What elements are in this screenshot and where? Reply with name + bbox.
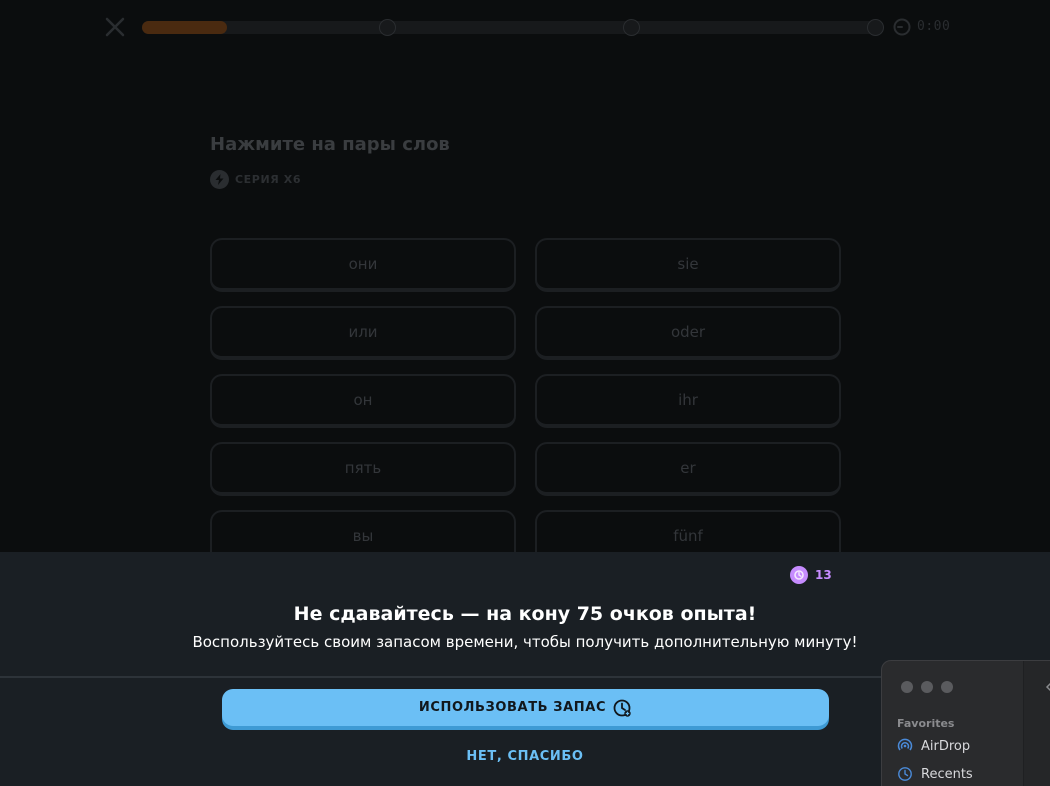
sidebar-item-label: AirDrop: [921, 738, 971, 754]
word-tile[interactable]: ihr: [535, 374, 841, 428]
window-minimize-control[interactable]: [921, 681, 933, 693]
sidebar-item-recents[interactable]: Recents: [897, 766, 973, 782]
gem-counter: 13: [790, 566, 832, 584]
streak-label: СЕРИЯ X6: [235, 172, 302, 186]
lesson-header: 0:00: [0, 0, 1050, 56]
timer-icon: [893, 18, 911, 36]
window-zoom-control[interactable]: [941, 681, 953, 693]
finder-window: Favorites AirDrop Recents: [881, 660, 1050, 786]
word-tile[interactable]: они: [210, 238, 516, 292]
lesson-progress-fill: [142, 21, 228, 34]
word-tile[interactable]: oder: [535, 306, 841, 360]
progress-checkpoint: [867, 19, 884, 36]
sidebar-item-airdrop[interactable]: AirDrop: [897, 738, 970, 754]
sheet-subtitle: Воспользуйтесь своим запасом времени, чт…: [192, 633, 858, 651]
streak-badge: СЕРИЯ X6: [210, 169, 301, 189]
lightning-icon: [210, 169, 229, 189]
window-close-control[interactable]: [901, 681, 913, 693]
chevron-left-icon[interactable]: [1044, 682, 1050, 692]
word-tile[interactable]: sie: [535, 238, 841, 292]
sheet-title: Не сдавайтесь — на кону 75 очков опыта!: [293, 603, 757, 625]
clock-icon: [898, 767, 912, 781]
time-bank-icon: [613, 699, 631, 717]
airdrop-icon: [897, 738, 913, 751]
progress-checkpoint: [623, 19, 640, 36]
word-tile[interactable]: он: [210, 374, 516, 428]
use-time-bank-label: ИСПОЛЬЗОВАТЬ ЗАПАС: [418, 700, 607, 715]
lesson-progress-bar: [142, 19, 884, 36]
exercise-title: Нажмите на пары слов: [210, 134, 450, 155]
sidebar-item-label: Recents: [921, 766, 973, 782]
close-icon[interactable]: [104, 16, 126, 38]
favorites-header: Favorites: [897, 717, 955, 730]
timer-text: 0:00: [917, 19, 951, 34]
finder-content-pane: [1024, 661, 1050, 786]
gem-count: 13: [815, 568, 832, 582]
word-tile[interactable]: er: [535, 442, 841, 496]
progress-checkpoint: [379, 19, 396, 36]
word-tile[interactable]: пять: [210, 442, 516, 496]
time-bank-gem-icon: [790, 566, 808, 584]
word-tile[interactable]: или: [210, 306, 516, 360]
use-time-bank-button[interactable]: ИСПОЛЬЗОВАТЬ ЗАПАС: [222, 689, 829, 726]
